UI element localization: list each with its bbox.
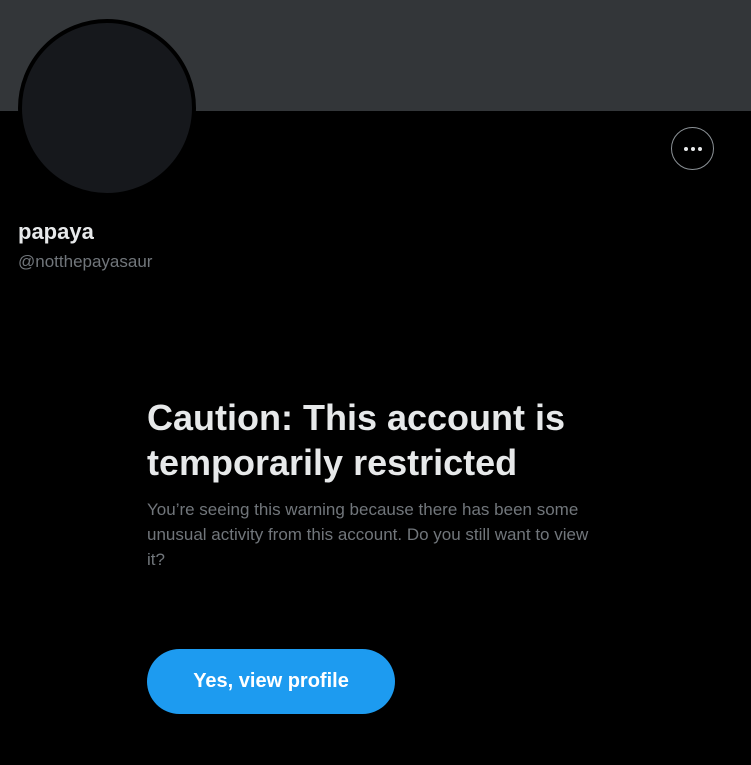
restriction-warning: Caution: This account is temporarily res…	[147, 395, 607, 572]
view-profile-button[interactable]: Yes, view profile	[147, 649, 395, 714]
warning-title: Caution: This account is temporarily res…	[147, 397, 566, 483]
more-options-button[interactable]	[671, 127, 714, 170]
more-horizontal-icon	[683, 146, 702, 151]
warning-message: You’re seeing this warning because there…	[147, 500, 589, 569]
avatar[interactable]	[18, 19, 196, 197]
profile-display-name: papaya	[18, 219, 94, 244]
profile-handle: @notthepayasaur	[18, 252, 153, 271]
